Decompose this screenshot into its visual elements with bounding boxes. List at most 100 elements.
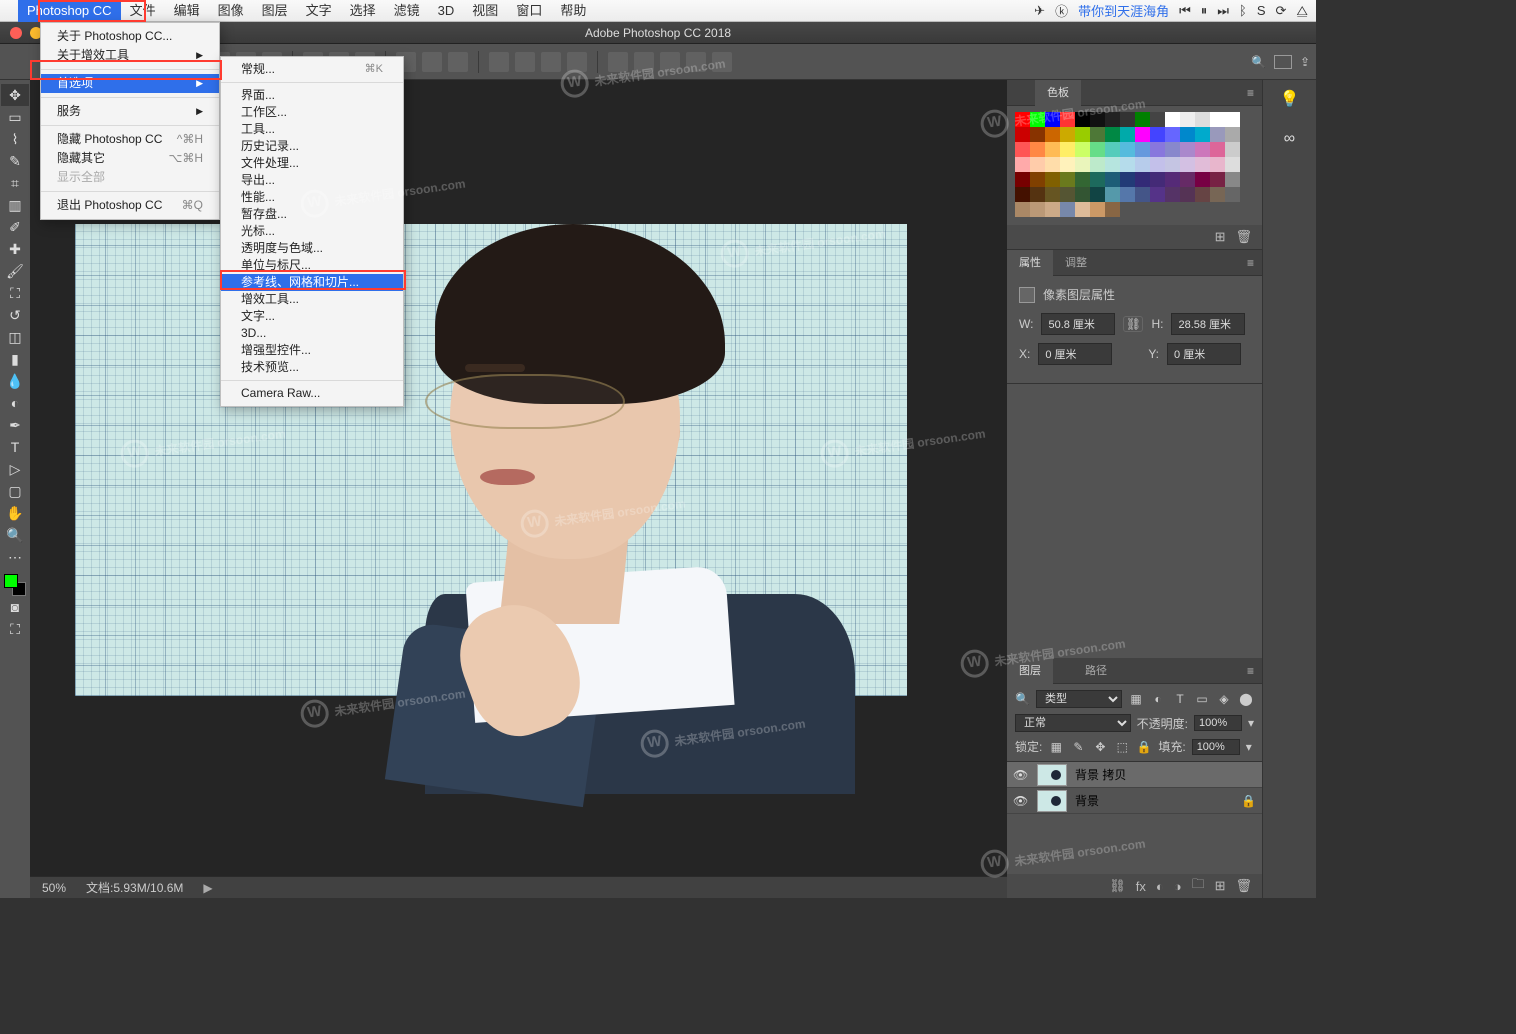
- swatch[interactable]: [1090, 202, 1105, 217]
- swatch[interactable]: [1120, 112, 1135, 127]
- link-layers-icon[interactable]: ⛓: [1109, 878, 1126, 894]
- eyedropper-tool[interactable]: ✐: [1, 216, 29, 238]
- pref-performance[interactable]: 性能...: [221, 189, 403, 206]
- screenmode-tool[interactable]: ⛶: [1, 618, 29, 640]
- fill-field[interactable]: 100%: [1192, 739, 1240, 755]
- swatch[interactable]: [1045, 187, 1060, 202]
- swatch[interactable]: [1165, 127, 1180, 142]
- menu-view[interactable]: 视图: [463, 0, 507, 22]
- swatch[interactable]: [1120, 172, 1135, 187]
- frame-tool[interactable]: ▥: [1, 194, 29, 216]
- pref-enhanced[interactable]: 增强型控件...: [221, 342, 403, 359]
- swatch[interactable]: [1075, 187, 1090, 202]
- learn-icon[interactable]: 💡: [1279, 88, 1301, 110]
- filter-adjust-icon[interactable]: ◐: [1150, 691, 1166, 707]
- menu-filter[interactable]: 滤镜: [385, 0, 429, 22]
- swatch[interactable]: [1195, 157, 1210, 172]
- swatch[interactable]: [1165, 157, 1180, 172]
- eraser-tool[interactable]: ◫: [1, 326, 29, 348]
- pref-general[interactable]: 常规...⌘K: [221, 61, 403, 78]
- menu-hide-others[interactable]: 隐藏其它⌥⌘H: [41, 149, 219, 168]
- swatch[interactable]: [1105, 112, 1120, 127]
- x-field[interactable]: 0 厘米: [1038, 343, 1112, 365]
- opt-icon[interactable]: [660, 52, 680, 72]
- lock-brush-icon[interactable]: ✎: [1070, 739, 1086, 755]
- swatch[interactable]: [1120, 187, 1135, 202]
- layer-thumbnail[interactable]: [1037, 790, 1067, 812]
- new-layer-icon[interactable]: ⊞: [1215, 878, 1226, 894]
- swatch[interactable]: [1075, 157, 1090, 172]
- bluetooth-icon[interactable]: ᛒ: [1239, 3, 1247, 18]
- document-canvas[interactable]: [75, 224, 907, 696]
- pref-workspace[interactable]: 工作区...: [221, 104, 403, 121]
- panel-menu-icon[interactable]: ≡: [1239, 256, 1262, 270]
- pref-techpreview[interactable]: 技术预览...: [221, 359, 403, 376]
- tab-paths[interactable]: 路径: [1073, 658, 1119, 684]
- swatch[interactable]: [1045, 157, 1060, 172]
- swatch[interactable]: [1180, 127, 1195, 142]
- layer-name[interactable]: 背景 拷贝: [1075, 766, 1126, 783]
- zoom-level[interactable]: 50%: [42, 881, 66, 895]
- swatch[interactable]: [1180, 112, 1195, 127]
- swatch[interactable]: [1090, 142, 1105, 157]
- hand-tool[interactable]: ✋: [1, 502, 29, 524]
- menu-hide-ps[interactable]: 隐藏 Photoshop CC^⌘H: [41, 130, 219, 149]
- opt-icon[interactable]: [489, 52, 509, 72]
- swatch[interactable]: [1090, 157, 1105, 172]
- pref-export[interactable]: 导出...: [221, 172, 403, 189]
- mask-icon[interactable]: ◐: [1156, 879, 1164, 894]
- opt-icon[interactable]: [634, 52, 654, 72]
- visibility-icon[interactable]: 👁: [1013, 794, 1029, 808]
- swatch[interactable]: [1060, 127, 1075, 142]
- quickmask-tool[interactable]: ◙: [1, 596, 29, 618]
- swatch[interactable]: [1015, 172, 1030, 187]
- swatch[interactable]: [1210, 112, 1225, 127]
- pref-history[interactable]: 历史记录...: [221, 138, 403, 155]
- tab-layers[interactable]: 图层: [1007, 658, 1053, 684]
- menu-preferences[interactable]: 首选项: [41, 74, 219, 93]
- swatch[interactable]: [1030, 172, 1045, 187]
- swatch[interactable]: [1120, 127, 1135, 142]
- media-prev-icon[interactable]: ⏮: [1179, 3, 1191, 19]
- swatch[interactable]: [1135, 187, 1150, 202]
- swatch[interactable]: [1045, 112, 1060, 127]
- swatch[interactable]: [1060, 112, 1075, 127]
- media-pause-icon[interactable]: ⏸: [1201, 3, 1208, 19]
- menu-help[interactable]: 帮助: [551, 0, 595, 22]
- menu-about-ps[interactable]: 关于 Photoshop CC...: [41, 27, 219, 46]
- swatch[interactable]: [1075, 202, 1090, 217]
- pref-tools[interactable]: 工具...: [221, 121, 403, 138]
- fg-bg-colors[interactable]: [4, 574, 26, 596]
- swatch[interactable]: [1120, 157, 1135, 172]
- swatch[interactable]: [1225, 187, 1240, 202]
- swatch[interactable]: [1225, 127, 1240, 142]
- swatch[interactable]: [1060, 172, 1075, 187]
- layer-row[interactable]: 👁 背景 拷贝: [1007, 762, 1262, 788]
- layer-row[interactable]: 👁 背景 🔒: [1007, 788, 1262, 814]
- height-field[interactable]: 28.58 厘米: [1171, 313, 1245, 335]
- adjust-layer-icon[interactable]: ◑: [1174, 879, 1182, 894]
- swatch[interactable]: [1135, 172, 1150, 187]
- swatch[interactable]: [1210, 172, 1225, 187]
- lasso-tool[interactable]: ⌇: [1, 128, 29, 150]
- swatch[interactable]: [1210, 187, 1225, 202]
- pref-units[interactable]: 单位与标尺...: [221, 257, 403, 274]
- new-swatch-icon[interactable]: ⊞: [1215, 229, 1226, 245]
- swatch[interactable]: [1210, 127, 1225, 142]
- swatches-grid[interactable]: [1007, 106, 1262, 225]
- status-expand-icon[interactable]: ▶: [203, 881, 212, 895]
- menu-quit-ps[interactable]: 退出 Photoshop CC⌘Q: [41, 196, 219, 215]
- link-wh-icon[interactable]: ⛓: [1123, 316, 1143, 332]
- swatch[interactable]: [1045, 127, 1060, 142]
- menu-3d[interactable]: 3D: [429, 0, 464, 22]
- pref-scratch[interactable]: 暂存盘...: [221, 206, 403, 223]
- tab-properties[interactable]: 属性: [1007, 250, 1053, 276]
- pref-guides-grid-slices[interactable]: 参考线、网格和切片...: [221, 274, 403, 291]
- close-window-button[interactable]: [10, 27, 22, 39]
- opt-icon[interactable]: [686, 52, 706, 72]
- menu-window[interactable]: 窗口: [507, 0, 551, 22]
- swatch[interactable]: [1225, 112, 1240, 127]
- lock-trans-icon[interactable]: ▦: [1048, 739, 1064, 755]
- swatch[interactable]: [1195, 172, 1210, 187]
- swatch[interactable]: [1135, 142, 1150, 157]
